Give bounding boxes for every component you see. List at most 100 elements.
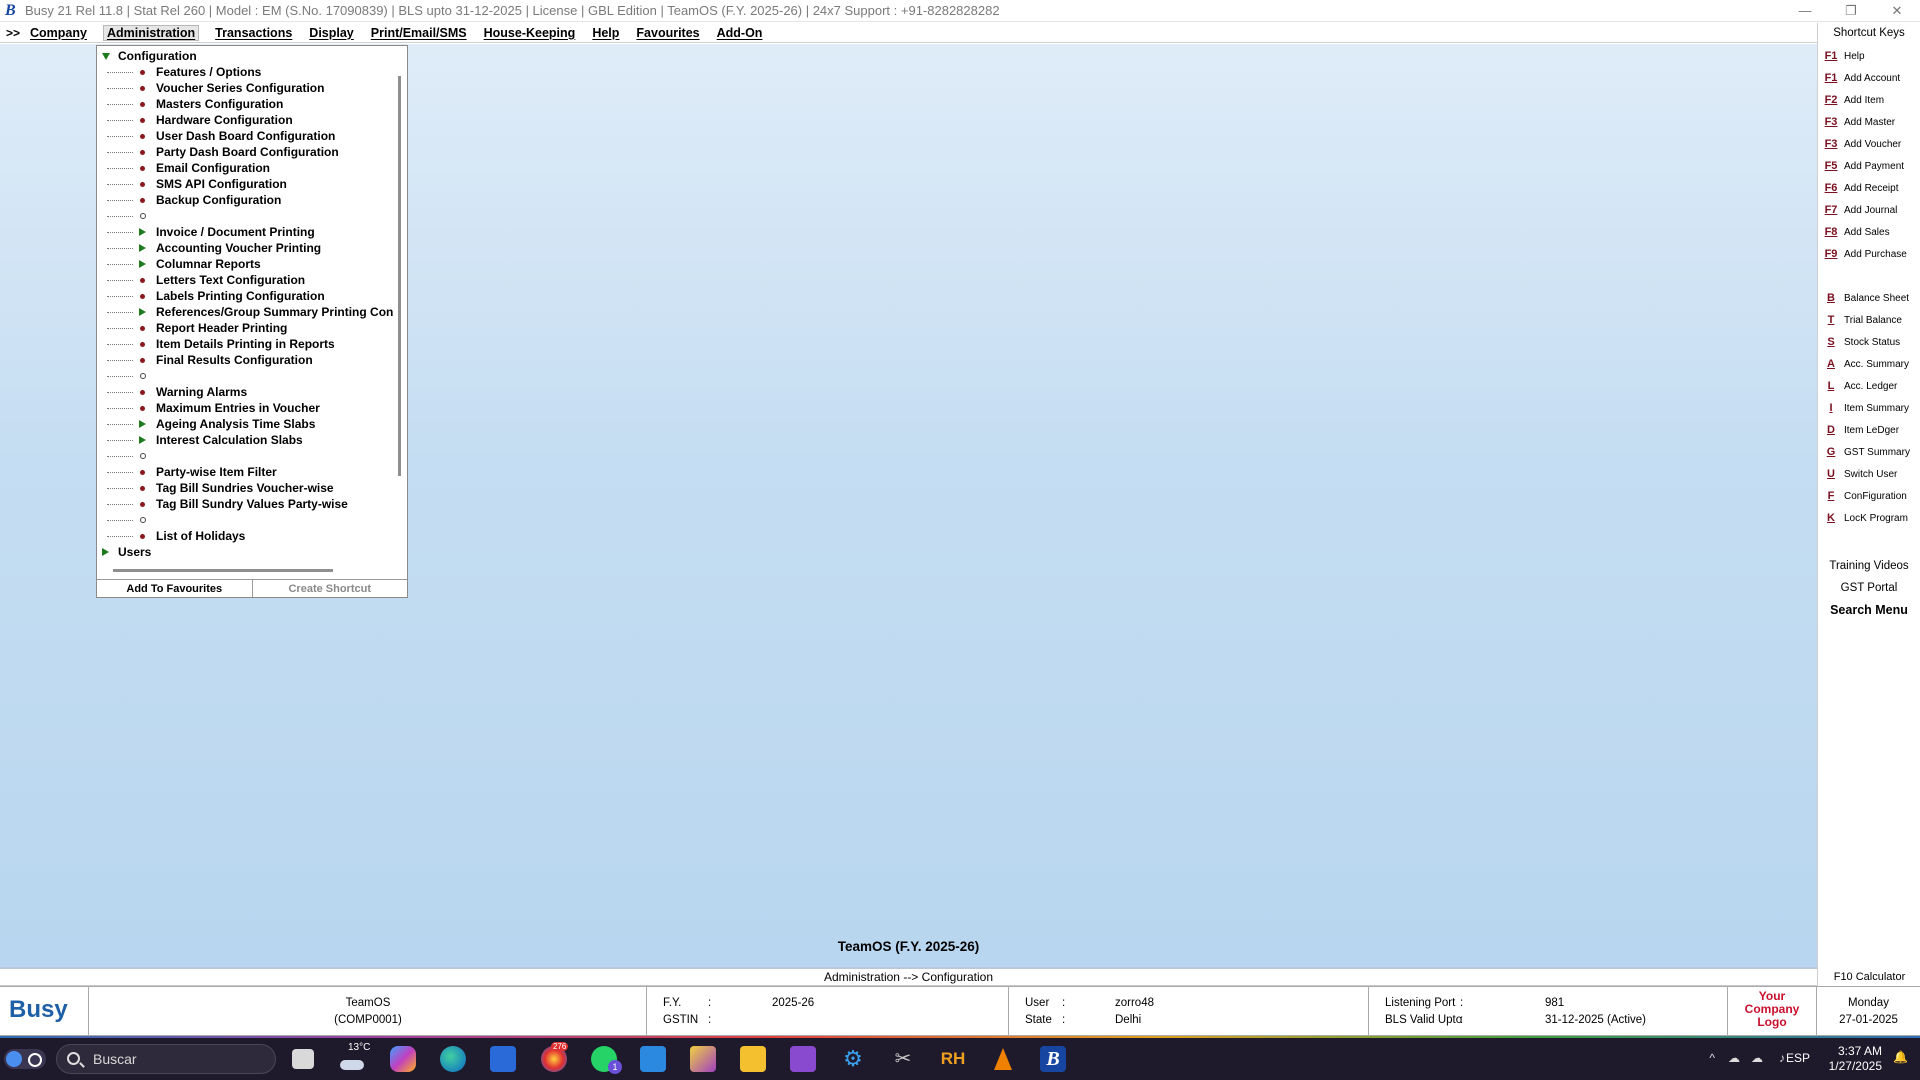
vlc-icon[interactable] [990, 1046, 1016, 1072]
file-explorer-icon[interactable] [740, 1046, 766, 1072]
menu-print-email-sms[interactable]: Print/Email/SMS [371, 26, 467, 40]
shortcut-item[interactable]: F9 Add Purchase [1818, 243, 1920, 265]
shortcut-item[interactable]: F8 Add Sales [1818, 221, 1920, 243]
tree-item-label: Features / Options [156, 65, 262, 79]
calculator-button[interactable]: F10 Calculator [1818, 969, 1920, 986]
menu-expand-chevron[interactable]: >> [6, 26, 20, 40]
restore-icon[interactable]: ❐ [1828, 0, 1874, 22]
shortcut-item[interactable]: K LocK Program [1818, 507, 1920, 529]
add-to-favourites-button[interactable]: Add To Favourites [97, 580, 253, 597]
shortcut-label: Item LeDger [1844, 424, 1900, 436]
menu-help[interactable]: Help [592, 26, 619, 40]
expanded-triangle-icon[interactable] [102, 52, 110, 60]
tree-connector [107, 104, 133, 105]
separator-circle-icon [140, 517, 146, 523]
taskbar-search[interactable]: Buscar [56, 1044, 276, 1074]
close-icon[interactable]: ✕ [1874, 0, 1920, 22]
settings-gear-icon[interactable]: ⚙ [840, 1046, 866, 1072]
collapsed-triangle-icon[interactable] [139, 436, 146, 444]
tree-connector [107, 200, 133, 201]
shortcut-key: I [1829, 402, 1833, 414]
shortcut-item[interactable]: L Acc. Ledger [1818, 375, 1920, 397]
tree-connector [107, 136, 133, 137]
collapsed-triangle-icon[interactable] [139, 228, 146, 236]
shortcut-item[interactable]: F ConFiguration [1818, 485, 1920, 507]
bls-label: BLS Valid Upto [1385, 1014, 1463, 1026]
bullet-icon [140, 86, 145, 91]
shortcut-item[interactable]: F2 Add Item [1818, 89, 1920, 111]
window-controls: — ❐ ✕ [1782, 0, 1920, 22]
photo-editor-icon[interactable] [690, 1046, 716, 1072]
shortcut-item[interactable]: B Balance Sheet [1818, 287, 1920, 309]
minimize-icon[interactable]: — [1782, 0, 1828, 22]
tree-connector [107, 392, 133, 393]
weather-icon[interactable]: 13°C [340, 1042, 370, 1072]
notification-bell-icon[interactable]: 🔔 [1893, 1050, 1908, 1064]
edge-browser-icon[interactable] [440, 1046, 466, 1072]
volume-icon[interactable]: ♪ [1779, 1051, 1785, 1065]
shortcut-item[interactable]: G GST Summary [1818, 441, 1920, 463]
taskbar-clock[interactable]: 3:37 AM 1/27/2025 [1829, 1044, 1882, 1074]
menu-transactions[interactable]: Transactions [215, 26, 292, 40]
copilot-icon[interactable] [390, 1046, 416, 1072]
widgets-toggle-icon[interactable] [4, 1049, 46, 1069]
collapsed-triangle-icon[interactable] [139, 420, 146, 428]
shortcut-item[interactable]: I Item Summary [1818, 397, 1920, 419]
task-view-icon[interactable] [292, 1049, 314, 1069]
tree-connector [107, 408, 133, 409]
shortcut-item[interactable]: F1 Help [1818, 45, 1920, 67]
tree-connector [107, 280, 133, 281]
create-shortcut-button[interactable]: Create Shortcut [253, 580, 408, 597]
menu-favourites[interactable]: Favourites [636, 26, 699, 40]
shortcut-item[interactable]: S Stock Status [1818, 331, 1920, 353]
shortcut-group-function-keys: F1 Help F1 Add Account F2 Add Item F3 Add Maste… [1818, 45, 1920, 265]
chrome-icon[interactable]: 276 [541, 1042, 569, 1072]
shortcut-item[interactable]: F6 Add Receipt [1818, 177, 1920, 199]
shortcut-item[interactable]: F3 Add Voucher [1818, 133, 1920, 155]
tree-connector [107, 472, 133, 473]
shortcut-key: F6 [1824, 182, 1838, 194]
shortcut-item[interactable]: F1 Add Account [1818, 67, 1920, 89]
shortcut-item[interactable]: F5 Add Payment [1818, 155, 1920, 177]
input-language[interactable]: ESP [1786, 1051, 1810, 1065]
busy-taskbar-icon[interactable]: B [1040, 1046, 1066, 1072]
shortcut-item[interactable]: F3 Add Master [1818, 111, 1920, 133]
tree-connector [107, 264, 133, 265]
onedrive-business-icon[interactable]: ☁ [1751, 1051, 1763, 1065]
menu-administration[interactable]: Administration [102, 24, 200, 41]
tray-chevron-icon[interactable]: ^ [1709, 1051, 1715, 1065]
company-logo-placeholder[interactable]: Your Company Logo [1728, 987, 1816, 1029]
menu-display[interactable]: Display [309, 26, 353, 40]
rh-app-icon[interactable]: RH [940, 1046, 966, 1072]
shortcut-key: T [1827, 314, 1835, 326]
shortcut-item[interactable]: T Trial Balance [1818, 309, 1920, 331]
collapsed-triangle-icon[interactable] [139, 308, 146, 316]
tools-icon[interactable]: ✂ [890, 1046, 916, 1072]
collapsed-triangle-icon[interactable] [139, 244, 146, 252]
horizontal-scrollbar[interactable] [113, 569, 333, 572]
menu-add-on[interactable]: Add-On [717, 26, 763, 40]
vscode-icon[interactable] [640, 1046, 666, 1072]
shortcut-item[interactable]: D Item LeDger [1818, 419, 1920, 441]
shortcut-item[interactable]: F7 Add Journal [1818, 199, 1920, 221]
training-videos-link[interactable]: Training Videos [1818, 555, 1920, 577]
search-menu-button[interactable]: Search Menu [1818, 599, 1920, 621]
gst-portal-link[interactable]: GST Portal [1818, 577, 1920, 599]
shortcut-item[interactable]: A Acc. Summary [1818, 353, 1920, 375]
shortcut-item[interactable]: U Switch User [1818, 463, 1920, 485]
visual-studio-icon[interactable] [790, 1046, 816, 1072]
shortcut-label: Add Purchase [1844, 248, 1907, 260]
collapsed-triangle-icon[interactable] [139, 260, 146, 268]
port-colon: : [1460, 997, 1464, 1009]
collapsed-triangle-icon[interactable] [102, 548, 109, 556]
onedrive-icon[interactable]: ☁ [1728, 1051, 1740, 1065]
tree-connector [107, 328, 133, 329]
whatsapp-icon[interactable]: 1 [591, 1046, 622, 1074]
bullet-icon [140, 294, 145, 299]
menu-company[interactable]: Company [30, 26, 87, 40]
whatsapp-badge: 1 [608, 1060, 622, 1074]
configuration-panel: Configuration Features / Options Voucher … [96, 45, 408, 598]
menu-house-keeping[interactable]: House-Keeping [484, 26, 576, 40]
store-icon[interactable] [490, 1046, 516, 1072]
vertical-scrollbar[interactable] [398, 76, 401, 476]
